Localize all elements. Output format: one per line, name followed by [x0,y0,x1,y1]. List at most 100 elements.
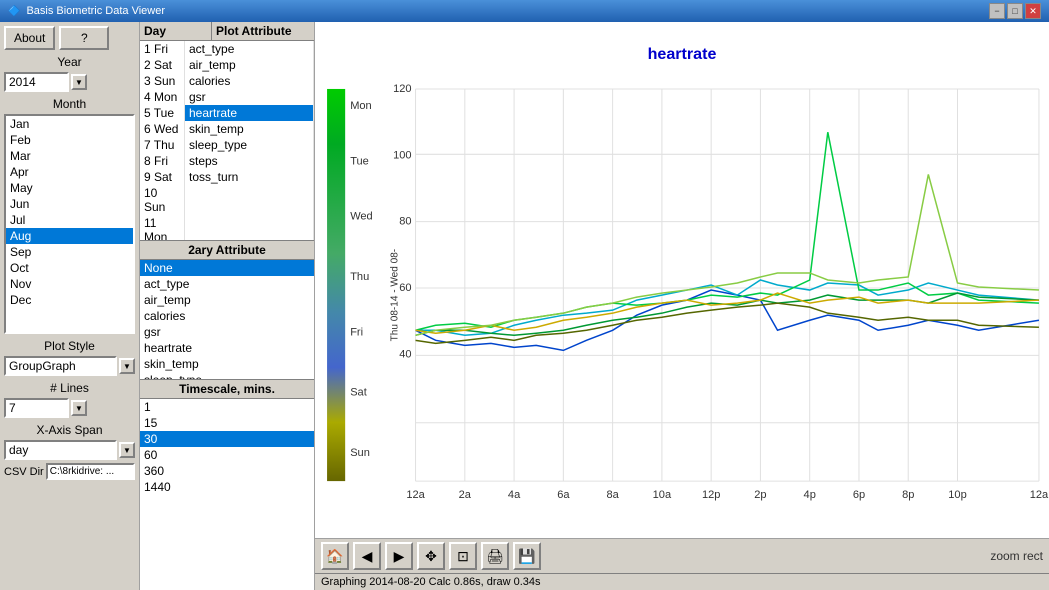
x-label-2p: 2p [754,489,766,501]
plot-style-scroll[interactable]: ▼ [119,358,135,374]
month-item-aug[interactable]: Aug [6,228,133,244]
plot-style-dropdown[interactable]: GroupGraph [4,356,117,376]
sun-label: Sun [350,447,370,459]
line-sun [416,174,1039,335]
x-label-12a: 12a [406,489,425,501]
year-label: Year [4,55,135,69]
day-num-cell: 6 Wed [140,121,185,137]
attr-item[interactable]: skin_temp [140,356,314,372]
day-row[interactable]: 1 Friact_type [140,41,314,57]
x-label-8a: 8a [606,489,619,501]
x-label-6p: 6p [853,489,865,501]
secondary-attr-list: Noneact_typeair_tempcaloriesgsrheartrate… [140,260,314,380]
attr-item[interactable]: act_type [140,276,314,292]
day-row[interactable]: 7 Thusleep_type [140,137,314,153]
xaxis-dropdown[interactable]: day [4,440,117,460]
timescale-item[interactable]: 60 [140,447,314,463]
right-panel: heartrate [315,22,1049,590]
attr-item[interactable]: None [140,260,314,276]
month-item-nov[interactable]: Nov [6,276,133,292]
tue-label: Tue [350,155,369,167]
day-row[interactable]: 4 Mongsr [140,89,314,105]
save-button[interactable]: 💾 [513,542,541,570]
day-row[interactable]: 9 Sattoss_turn [140,169,314,185]
month-item-oct[interactable]: Oct [6,260,133,276]
day-row[interactable]: 11 Mon [140,215,314,241]
maximize-button[interactable]: □ [1007,3,1023,19]
attr-item[interactable]: calories [140,308,314,324]
day-row[interactable]: 8 Fristeps [140,153,314,169]
day-attr-cell: steps [185,153,314,169]
year-scroll[interactable]: ▼ [71,74,87,90]
day-num-cell: 7 Thu [140,137,185,153]
move-icon: ✥ [425,548,437,565]
plot-style-label: Plot Style [4,339,135,353]
csv-label: CSV Dir [4,466,44,478]
move-button[interactable]: ✥ [417,542,445,570]
select-button[interactable]: ⊡ [449,542,477,570]
y-label-120: 120 [393,83,411,95]
day-num-cell: 8 Fri [140,153,185,169]
xaxis-container: day ▼ [4,440,135,460]
timescale-item[interactable]: 1 [140,399,314,415]
about-button[interactable]: About [4,26,55,50]
zoom-text: zoom rect [990,549,1043,563]
month-item-jan[interactable]: Jan [6,116,133,132]
back-icon: ◀ [362,548,373,565]
status-bar: Graphing 2014-08-20 Calc 0.86s, draw 0.3… [315,573,1049,590]
minimize-button[interactable]: − [989,3,1005,19]
month-item-dec[interactable]: Dec [6,292,133,308]
day-num-cell: 1 Fri [140,41,185,57]
month-item-may[interactable]: May [6,180,133,196]
month-item-jul[interactable]: Jul [6,212,133,228]
timescale-item[interactable]: 1440 [140,479,314,495]
forward-icon: ▶ [394,548,405,565]
month-item-jun[interactable]: Jun [6,196,133,212]
month-item-apr[interactable]: Apr [6,164,133,180]
day-row[interactable]: 3 Suncalories [140,73,314,89]
day-attr-cell: gsr [185,89,314,105]
day-col-header: Day [140,22,212,40]
attr-item[interactable]: sleep_type [140,372,314,380]
day-row[interactable]: 6 Wedskin_temp [140,121,314,137]
forward-button[interactable]: ▶ [385,542,413,570]
lines-input[interactable] [4,398,69,418]
timescale-item[interactable]: 360 [140,463,314,479]
title-bar: 🔷 Basis Biometric Data Viewer − □ ✕ [0,0,1049,22]
day-row[interactable]: 2 Satair_temp [140,57,314,73]
day-num-cell: 4 Mon [140,89,185,105]
day-row[interactable]: 10 Sun [140,185,314,215]
back-button[interactable]: ◀ [353,542,381,570]
month-item-sep[interactable]: Sep [6,244,133,260]
wed-label: Wed [350,211,373,223]
day-attr-cell: sleep_type [185,137,314,153]
close-button[interactable]: ✕ [1025,3,1041,19]
timescale-item[interactable]: 15 [140,415,314,431]
day-attr-cell: act_type [185,41,314,57]
year-input[interactable] [4,72,69,92]
day-attr-cell: toss_turn [185,169,314,185]
csv-path[interactable]: C:\8rkidrive: ... [46,463,135,480]
print-button[interactable]: 🖨 [481,542,509,570]
home-button[interactable]: 🏠 [321,542,349,570]
month-item-feb[interactable]: Feb [6,132,133,148]
help-button[interactable]: ? [59,26,109,50]
day-attr-cell [185,215,314,241]
timescale-list: 11530603601440 [140,399,314,590]
month-list: JanFebMarAprMayJunJulAugSepOctNovDec [4,114,135,334]
day-row[interactable]: 5 Tueheartrate [140,105,314,121]
timescale-item[interactable]: 30 [140,431,314,447]
day-attr-cell: heartrate [185,105,314,121]
attr-item[interactable]: gsr [140,324,314,340]
y-label-60: 60 [399,282,411,294]
attr-item[interactable]: heartrate [140,340,314,356]
xaxis-scroll[interactable]: ▼ [119,442,135,458]
year-input-row: ▼ [4,72,135,92]
xaxis-label: X-Axis Span [4,423,135,437]
day-num-cell: 2 Sat [140,57,185,73]
lines-scroll[interactable]: ▼ [71,400,87,416]
y-label-100: 100 [393,149,411,161]
column-headers: Day Plot Attribute [140,22,314,41]
attr-item[interactable]: air_temp [140,292,314,308]
month-item-mar[interactable]: Mar [6,148,133,164]
